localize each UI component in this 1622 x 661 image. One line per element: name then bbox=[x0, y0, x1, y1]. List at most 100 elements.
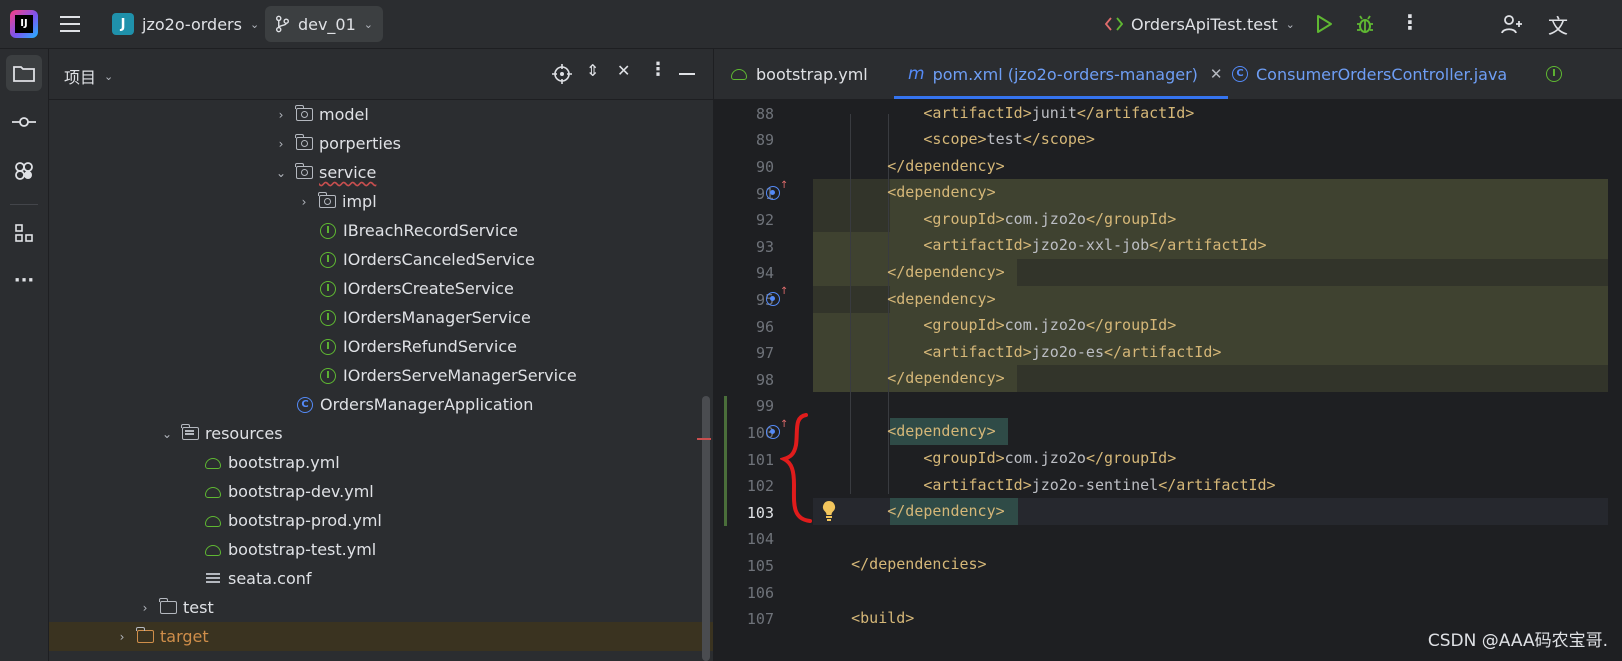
editor-tab-bar: bootstrap.yml m pom.xml (jzo2o-orders-ma… bbox=[714, 49, 1622, 100]
tree-node-application[interactable]: C OrdersManagerApplication bbox=[296, 390, 533, 419]
tree-node-interface[interactable]: I IOrdersCanceledService bbox=[319, 245, 535, 274]
chevron-right-icon[interactable]: › bbox=[273, 137, 289, 151]
tree-node-label: seata.conf bbox=[228, 569, 312, 588]
code-line[interactable]: <groupId>com.jzo2o</groupId> bbox=[815, 206, 1176, 233]
tab-overflow[interactable]: I bbox=[1546, 49, 1562, 99]
project-view-selector[interactable]: 项目 ⌄ bbox=[64, 64, 113, 88]
tree-node-yml[interactable]: bootstrap-dev.yml bbox=[204, 477, 374, 506]
code-line[interactable]: <scope>test</scope> bbox=[815, 126, 1095, 153]
tab-bootstrap-yml[interactable]: bootstrap.yml bbox=[730, 49, 868, 99]
tree-node-resources[interactable]: ⌄ resources bbox=[159, 419, 283, 448]
tab-pom-xml[interactable]: m pom.xml (jzo2o-orders-manager) ✕ bbox=[893, 49, 1229, 99]
chevron-right-icon[interactable]: › bbox=[137, 601, 153, 615]
chevron-right-icon[interactable]: › bbox=[273, 108, 289, 122]
project-panel: 项目 ⌄ ⇕ ✕ ⋮ › model › porperties ⌄ service ›… bbox=[49, 49, 713, 661]
code-line[interactable]: <groupId>com.jzo2o</groupId> bbox=[815, 445, 1176, 472]
project-letter-icon: J bbox=[112, 13, 134, 35]
code-line[interactable]: <build> bbox=[815, 605, 914, 632]
line-number: 94 bbox=[755, 264, 774, 282]
structure-tool-button[interactable] bbox=[6, 215, 42, 251]
line-number: 97 bbox=[755, 344, 774, 362]
close-tab-icon[interactable]: ✕ bbox=[1210, 65, 1223, 83]
tree-node-service[interactable]: ⌄ service bbox=[273, 158, 376, 187]
tree-node-test[interactable]: › test bbox=[137, 593, 214, 622]
debug-icon[interactable] bbox=[1354, 13, 1376, 35]
code-line[interactable]: </dependency> bbox=[815, 153, 1004, 180]
tree-node-interface[interactable]: I IOrdersCreateService bbox=[319, 274, 514, 303]
collapse-all-icon[interactable]: ✕ bbox=[617, 61, 630, 80]
chevron-right-icon[interactable]: › bbox=[296, 195, 312, 209]
code-line[interactable]: <dependency> bbox=[815, 286, 995, 313]
code-line[interactable]: <artifactId>jzo2o-sentinel</artifactId> bbox=[815, 472, 1275, 499]
code-line[interactable]: <artifactId>jzo2o-xxl-job</artifactId> bbox=[815, 232, 1266, 259]
spring-boot-class-icon: C bbox=[297, 396, 313, 413]
interface-icon: I bbox=[320, 280, 336, 297]
code-line[interactable]: <dependency> bbox=[815, 418, 995, 445]
services-tool-button[interactable] bbox=[6, 153, 42, 189]
more-actions-icon[interactable]: ⋮ bbox=[1400, 10, 1420, 34]
tree-node-impl[interactable]: › impl bbox=[296, 187, 377, 216]
tree-node-label: OrdersManagerApplication bbox=[320, 395, 534, 414]
code-line[interactable]: <artifactId>jzo2o-es</artifactId> bbox=[815, 339, 1221, 366]
run-configuration-selector[interactable]: OrdersApiTest.test ⌄ bbox=[1105, 7, 1295, 41]
chevron-down-icon[interactable]: ⌄ bbox=[159, 427, 175, 441]
chevron-right-icon[interactable]: › bbox=[114, 630, 130, 644]
tree-node-interface[interactable]: I IOrdersServeManagerService bbox=[319, 361, 577, 390]
line-number: 96 bbox=[755, 318, 774, 336]
code-line[interactable]: <dependency> bbox=[815, 179, 995, 206]
package-icon bbox=[317, 192, 336, 208]
branch-selector[interactable]: dev_01 ⌄ bbox=[265, 6, 383, 42]
commit-icon bbox=[12, 117, 36, 127]
tree-node-interface[interactable]: I IOrdersManagerService bbox=[319, 303, 531, 332]
override-gutter-icon[interactable] bbox=[766, 292, 780, 306]
error-marker bbox=[697, 438, 711, 440]
more-tools-icon[interactable]: ··· bbox=[6, 262, 42, 298]
expand-all-icon[interactable]: ⇕ bbox=[586, 61, 599, 80]
package-icon bbox=[294, 105, 313, 121]
code-line[interactable]: <artifactId>junit</artifactId> bbox=[815, 100, 1194, 127]
tree-node-yml[interactable]: bootstrap-prod.yml bbox=[204, 506, 382, 535]
tree-node-yml[interactable]: bootstrap-test.yml bbox=[204, 535, 376, 564]
commit-tool-button[interactable] bbox=[6, 104, 42, 140]
line-number: 99 bbox=[755, 397, 774, 415]
code-line[interactable]: </dependency> bbox=[815, 259, 1004, 286]
line-number: 91 bbox=[755, 185, 774, 203]
hide-panel-icon[interactable] bbox=[679, 73, 695, 75]
chevron-down-icon[interactable]: ⌄ bbox=[273, 166, 289, 180]
override-gutter-icon[interactable] bbox=[766, 425, 780, 439]
tree-node-label: resources bbox=[205, 424, 283, 443]
git-branch-icon bbox=[275, 15, 289, 33]
package-icon bbox=[294, 163, 313, 179]
tree-node-conf[interactable]: seata.conf bbox=[204, 564, 312, 593]
tree-node-label: bootstrap-test.yml bbox=[228, 540, 377, 559]
tree-scrollbar[interactable] bbox=[702, 396, 710, 661]
translate-icon[interactable]: 文 bbox=[1548, 10, 1568, 39]
main-menu-icon[interactable] bbox=[58, 12, 82, 36]
code-line[interactable]: </dependency> bbox=[815, 365, 1004, 392]
tree-node-model[interactable]: › model bbox=[273, 100, 369, 129]
project-selector[interactable]: J jzo2o-orders ⌄ bbox=[104, 7, 267, 41]
line-number: 93 bbox=[755, 238, 774, 256]
tab-consumer-orders-controller[interactable]: C ConsumerOrdersController.java bbox=[1232, 49, 1507, 99]
interface-icon: I bbox=[320, 338, 336, 355]
run-icon[interactable] bbox=[1314, 14, 1334, 34]
project-panel-header: 项目 ⌄ ⇕ ✕ ⋮ bbox=[49, 49, 713, 100]
tree-node-label: IOrdersRefundService bbox=[343, 337, 517, 356]
run-config-name: OrdersApiTest.test bbox=[1131, 14, 1278, 34]
tree-node-yml[interactable]: bootstrap.yml bbox=[204, 448, 340, 477]
code-line[interactable]: </dependency> bbox=[815, 498, 1004, 525]
add-user-icon[interactable] bbox=[1500, 12, 1524, 36]
lightbulb-icon[interactable] bbox=[820, 500, 838, 522]
line-number: 101 bbox=[746, 451, 774, 469]
code-line[interactable]: <groupId>com.jzo2o</groupId> bbox=[815, 312, 1176, 339]
tree-node-interface[interactable]: I IBreachRecordService bbox=[319, 216, 518, 245]
code-line[interactable]: </dependencies> bbox=[815, 551, 986, 578]
tree-node-interface[interactable]: I IOrdersRefundService bbox=[319, 332, 517, 361]
panel-options-icon[interactable]: ⋮ bbox=[649, 59, 667, 80]
tree-node-porperties[interactable]: › porperties bbox=[273, 129, 401, 158]
editor-scrollbar[interactable] bbox=[1608, 100, 1622, 661]
locate-icon[interactable] bbox=[552, 64, 572, 84]
project-tool-button[interactable] bbox=[6, 55, 42, 91]
tree-node-target[interactable]: › target bbox=[49, 622, 713, 651]
override-gutter-icon[interactable] bbox=[766, 186, 780, 200]
